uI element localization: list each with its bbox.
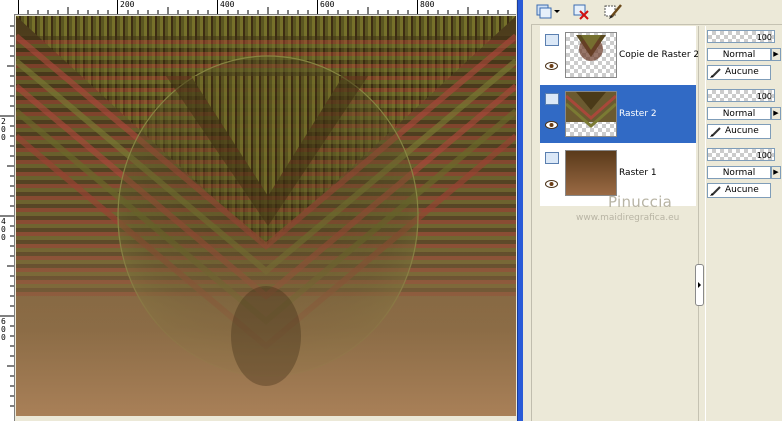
canvas-image[interactable] (16, 16, 516, 416)
layer-properties-2: 100 Normal ▶ Aucune (705, 146, 782, 204)
layers-toolbar (531, 0, 782, 25)
watermark-url: www.maidiregrafica.eu (576, 213, 680, 223)
layer-row-raster-2[interactable]: Raster 2 (540, 85, 696, 143)
opacity-slider[interactable]: 100 (707, 89, 775, 102)
new-layer-icon[interactable] (535, 2, 555, 20)
ruler-label-400-v: 4 0 0 (1, 217, 6, 242)
edit-icon[interactable] (603, 2, 623, 20)
watermark-title: Pinuccia (608, 193, 673, 211)
layer-thumbnail (565, 91, 617, 137)
layer-row-copie-de-raster-2[interactable]: Copie de Raster 2 (540, 26, 700, 84)
mask-label: Aucune (725, 185, 759, 195)
dropdown-arrow-icon[interactable]: ▶ (771, 166, 781, 179)
eye-icon[interactable] (545, 180, 558, 188)
layer-name: Raster 2 (619, 109, 657, 119)
layer-name: Copie de Raster 2 (619, 50, 700, 60)
ruler-corner (0, 0, 15, 15)
layer-group-icon[interactable] (545, 152, 559, 164)
collapse-grip[interactable] (695, 264, 704, 306)
mask-select[interactable]: Aucune (707, 183, 771, 198)
palette-edge (523, 0, 532, 421)
eye-icon[interactable] (545, 121, 558, 129)
mask-label: Aucune (725, 67, 759, 77)
opacity-slider[interactable]: 100 (707, 30, 775, 43)
ruler-label-200-v: 2 0 0 (1, 117, 6, 142)
delete-layer-icon[interactable] (571, 2, 591, 20)
layer-thumbnail (565, 150, 617, 196)
mask-select[interactable]: Aucune (707, 124, 771, 139)
opacity-slider[interactable]: 100 (707, 148, 775, 161)
pen-icon (710, 127, 721, 137)
layer-properties-1: 100 Normal ▶ Aucune (705, 87, 782, 145)
blend-mode-select[interactable]: Normal (707, 48, 771, 61)
layer-group-icon[interactable] (545, 34, 559, 46)
blend-mode-select[interactable]: Normal (707, 107, 771, 120)
pen-icon (710, 68, 721, 78)
eye-icon[interactable] (545, 62, 558, 70)
horizontal-ruler: 200 400 600 800 (14, 0, 516, 15)
dropdown-arrow-icon[interactable] (553, 2, 561, 20)
ruler-label-600-v: 6 0 0 (1, 317, 6, 342)
layer-thumbnail (565, 32, 617, 78)
dropdown-arrow-icon[interactable]: ▶ (771, 48, 781, 61)
mask-label: Aucune (725, 126, 759, 136)
mask-select[interactable]: Aucune (707, 65, 771, 80)
blend-mode-select[interactable]: Normal (707, 166, 771, 179)
layer-group-icon[interactable] (545, 93, 559, 105)
vertical-ruler: 2 0 0 4 0 0 6 0 0 (0, 14, 15, 421)
layer-properties-0: 100 Normal ▶ Aucune (705, 28, 782, 86)
layers-list: Copie de Raster 2 Raster 2 Raster 1 (540, 26, 700, 206)
dropdown-arrow-icon[interactable]: ▶ (771, 107, 781, 120)
pen-icon (710, 186, 721, 196)
